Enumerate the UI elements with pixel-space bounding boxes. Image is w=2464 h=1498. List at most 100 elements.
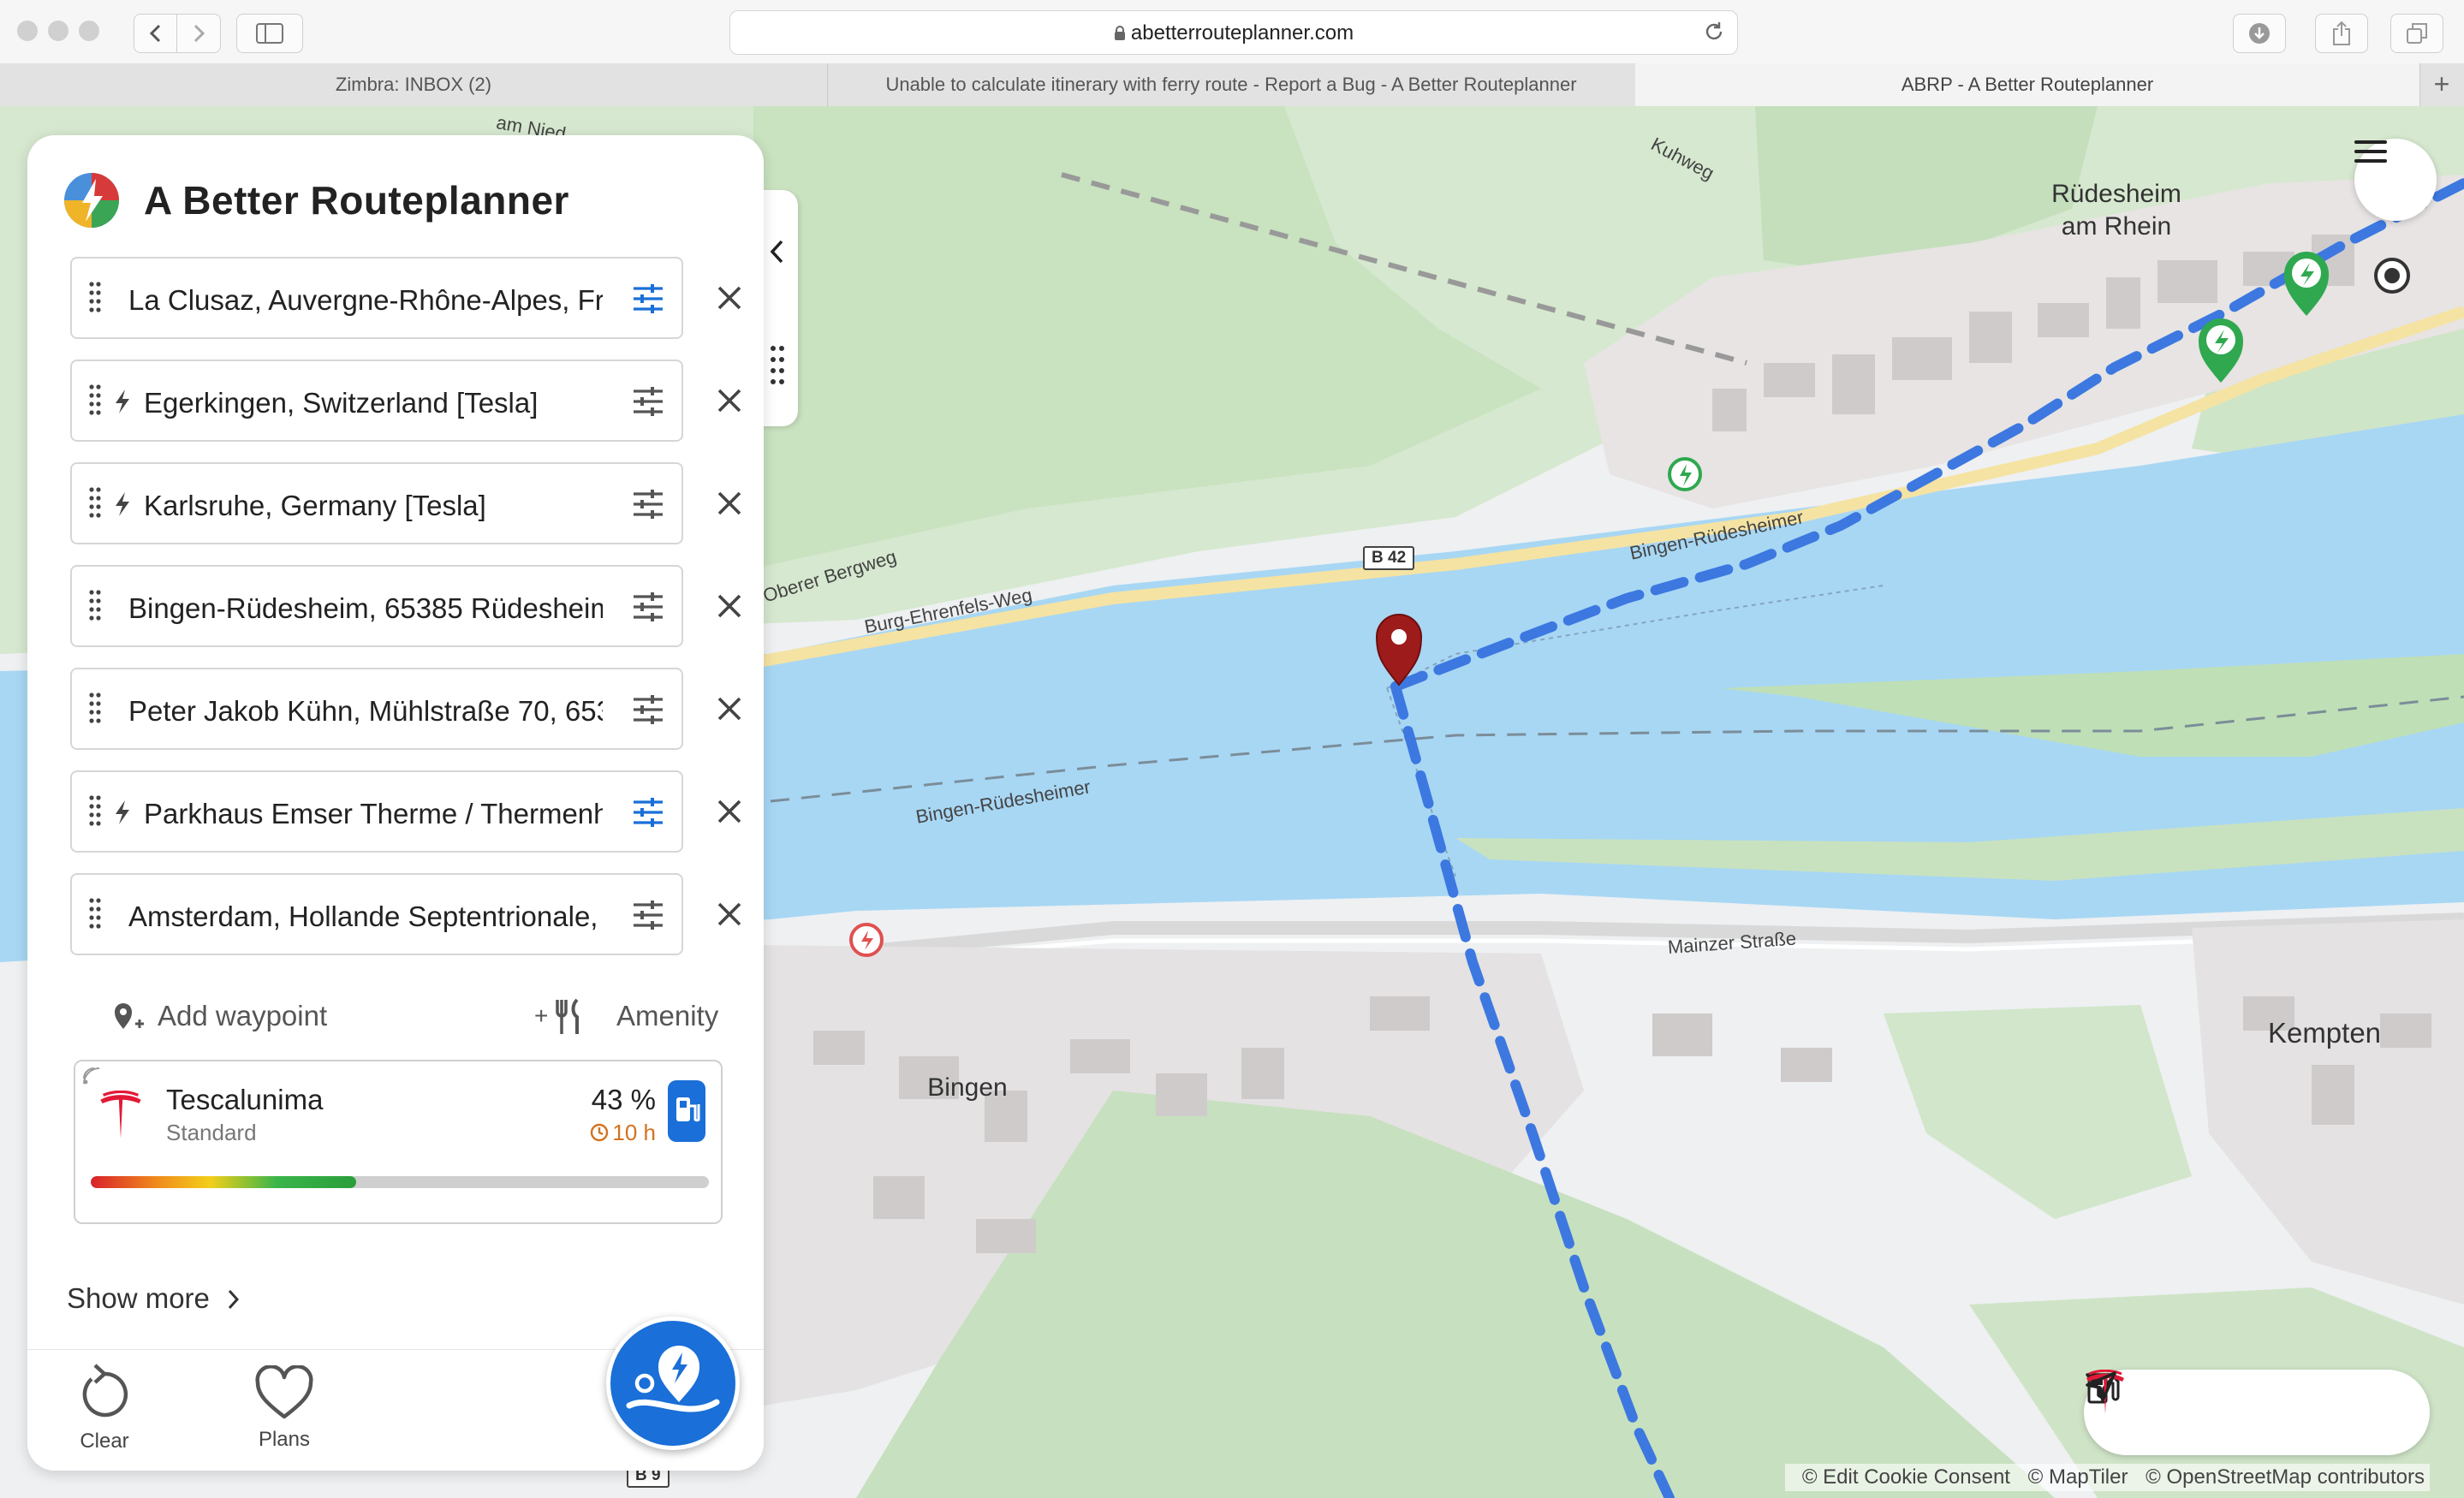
- waypoint-row[interactable]: Amsterdam, Hollande Septentrionale, Pays…: [70, 873, 683, 955]
- downloads-button[interactable]: [2233, 14, 2286, 53]
- plan-route-button[interactable]: [606, 1317, 740, 1450]
- waypoint-row[interactable]: Bingen-Rüdesheim, 65385 Rüdesheim am Rhe…: [70, 565, 683, 647]
- reload-icon[interactable]: [1703, 21, 1725, 43]
- drag-handle-icon[interactable]: [89, 281, 101, 315]
- charger-marker-green[interactable]: [1668, 457, 1702, 491]
- menu-button[interactable]: [2354, 139, 2437, 221]
- waypoint-row[interactable]: Peter Jakob Kühn, Mühlstraße 70, 65375 O…: [70, 668, 683, 750]
- options-icon[interactable]: [632, 592, 664, 621]
- waypoint-row[interactable]: Karlsruhe, Germany [Tesla]: [70, 462, 683, 544]
- waypoint-input[interactable]: Peter Jakob Kühn, Mühlstraße 70, 65375 O…: [128, 695, 603, 728]
- place-rudesheim: Rüdesheim am Rhein: [2039, 178, 2193, 243]
- url-label: abetterrouteplanner.com: [1130, 21, 1354, 45]
- map-attribution: © Edit Cookie Consent © MapTiler © OpenS…: [1784, 1464, 2430, 1491]
- sidebar-toggle-button[interactable]: [236, 14, 303, 53]
- remove-waypoint-button[interactable]: [712, 383, 747, 418]
- clock-icon: [591, 1123, 609, 1142]
- add-amenity-button[interactable]: + Amenity: [534, 991, 729, 1043]
- clear-button[interactable]: Clear: [62, 1362, 147, 1453]
- browser-toolbar: abetterrouteplanner.com: [0, 0, 2464, 64]
- options-icon[interactable]: [632, 901, 664, 930]
- drag-handle-icon[interactable]: [89, 692, 101, 726]
- waypoint-input[interactable]: Bingen-Rüdesheim, 65385 Rüdesheim am Rhe…: [128, 592, 603, 625]
- map-controls: [2084, 1370, 2430, 1455]
- osm-link[interactable]: © OpenStreetMap contributors: [2146, 1465, 2425, 1489]
- close-icon: [717, 491, 741, 515]
- forward-button[interactable]: [176, 14, 221, 53]
- waypoint-input[interactable]: Karlsruhe, Germany [Tesla]: [144, 490, 603, 522]
- zoom-window-button[interactable]: [79, 21, 99, 41]
- browser-chrome: abetterrouteplanner.com Zimbra: INBOX (2…: [0, 0, 2464, 107]
- place-kempten: Kempten: [2267, 1017, 2382, 1049]
- remove-waypoint-button[interactable]: [712, 794, 747, 829]
- remove-waypoint-button[interactable]: [712, 897, 747, 931]
- drag-handle-icon[interactable]: [769, 344, 786, 389]
- charger-marker-dark[interactable]: [2374, 258, 2410, 294]
- options-icon[interactable]: [632, 387, 664, 416]
- show-more-link[interactable]: Show more: [67, 1282, 240, 1315]
- vehicle-name: Tescalunima: [166, 1084, 324, 1115]
- charger-marker-red[interactable]: [849, 923, 884, 957]
- drag-handle-icon[interactable]: [89, 794, 101, 829]
- chevron-right-icon: [228, 1289, 240, 1310]
- vehicle-card[interactable]: Tescalunima Standard 43 % 10 h: [74, 1060, 723, 1224]
- filter-button[interactable]: [2086, 1370, 2257, 1455]
- locate-button[interactable]: [2086, 1370, 2421, 1455]
- remove-waypoint-button[interactable]: [712, 589, 747, 623]
- drag-handle-icon[interactable]: [89, 383, 101, 418]
- drag-handle-icon[interactable]: [89, 486, 101, 520]
- heart-icon: [255, 1364, 313, 1419]
- minimize-window-button[interactable]: [48, 21, 68, 41]
- options-icon[interactable]: [632, 284, 664, 313]
- chevron-left-icon[interactable]: [767, 238, 788, 265]
- place-bingen: Bingen: [927, 1073, 1008, 1102]
- options-icon[interactable]: [632, 798, 664, 827]
- close-icon: [717, 594, 741, 618]
- charge-settings-button[interactable]: [668, 1080, 705, 1142]
- close-icon: [717, 389, 741, 413]
- tab-abrp-forum[interactable]: Unable to calculate itinerary with ferry…: [827, 63, 1636, 106]
- add-waypoint-button[interactable]: Add waypoint: [110, 991, 366, 1043]
- waypoint-row[interactable]: La Clusaz, Auvergne-Rhône-Alpes, France: [70, 257, 683, 339]
- add-waypoint-label: Add waypoint: [158, 1000, 328, 1031]
- sidebar-icon: [256, 23, 283, 44]
- tab-overview-button[interactable]: [2390, 14, 2443, 53]
- vehicle-time-label: 10 h: [612, 1120, 656, 1145]
- plans-button[interactable]: Plans: [241, 1364, 327, 1452]
- waypoint-row[interactable]: Parkhaus Emser Therme / Thermenhotel: [70, 770, 683, 853]
- chevron-right-icon: [193, 24, 205, 43]
- close-window-button[interactable]: [17, 21, 38, 41]
- share-icon: [2333, 21, 2350, 45]
- share-button[interactable]: [2315, 14, 2368, 53]
- maptiler-link[interactable]: © MapTiler: [2028, 1465, 2128, 1489]
- options-icon[interactable]: [632, 695, 664, 724]
- waypoint-input[interactable]: Egerkingen, Switzerland [Tesla]: [144, 387, 603, 419]
- waypoint-input[interactable]: La Clusaz, Auvergne-Rhône-Alpes, France: [128, 284, 603, 317]
- options-icon[interactable]: [632, 490, 664, 519]
- new-tab-button[interactable]: +: [2419, 63, 2464, 106]
- waypoint-row[interactable]: Egerkingen, Switzerland [Tesla]: [70, 360, 683, 442]
- plans-label: Plans: [258, 1428, 311, 1451]
- place-rudesheim-line2: am Rhein: [2061, 212, 2172, 241]
- vehicle-soc: 43 %: [591, 1084, 656, 1115]
- tab-zimbra[interactable]: Zimbra: INBOX (2): [0, 63, 828, 106]
- remove-waypoint-button[interactable]: [712, 486, 747, 520]
- hamburger-icon: [2354, 140, 2387, 163]
- battery-bar-fill: [91, 1176, 357, 1188]
- road-badge-b42: B 42: [1363, 546, 1415, 570]
- tesla-logo-icon: [100, 1091, 141, 1138]
- vehicle-time: 10 h: [590, 1120, 656, 1146]
- waypoint-input[interactable]: Parkhaus Emser Therme / Thermenhotel: [144, 798, 603, 830]
- drag-handle-icon[interactable]: [89, 897, 101, 931]
- tesla-layer-button[interactable]: [2086, 1370, 2339, 1455]
- back-button[interactable]: [134, 14, 178, 53]
- bolt-icon: [116, 389, 129, 413]
- lock-icon: [1114, 26, 1125, 40]
- remove-waypoint-button[interactable]: [712, 281, 747, 315]
- waypoint-input[interactable]: Amsterdam, Hollande Septentrionale, Pays…: [128, 901, 603, 933]
- drag-handle-icon[interactable]: [89, 589, 101, 623]
- cookie-consent-link[interactable]: © Edit Cookie Consent: [1802, 1465, 2010, 1489]
- address-bar[interactable]: abetterrouteplanner.com: [729, 10, 1738, 55]
- remove-waypoint-button[interactable]: [712, 692, 747, 726]
- tab-abrp[interactable]: ABRP - A Better Routeplanner: [1635, 63, 2420, 106]
